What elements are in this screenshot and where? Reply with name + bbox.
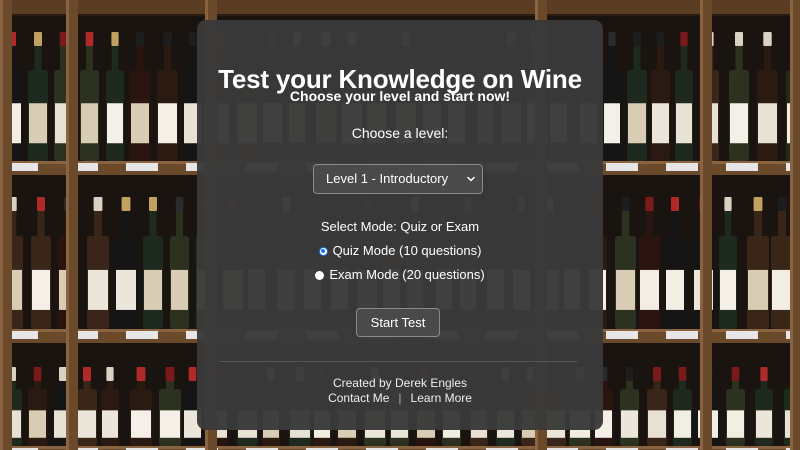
quiz-mode-option[interactable]: Quiz Mode (10 questions) bbox=[197, 242, 603, 260]
exam-mode-option[interactable]: Exam Mode (20 questions) bbox=[197, 266, 603, 284]
contact-me-link[interactable]: Contact Me bbox=[328, 390, 389, 406]
page-subtitle: Choose your level and start now! bbox=[289, 88, 511, 104]
quiz-mode-radio[interactable] bbox=[318, 246, 328, 256]
level-label: Choose a level: bbox=[351, 125, 449, 141]
quiz-card: Test your Knowledge on Wine Choose your … bbox=[197, 20, 603, 430]
start-test-button[interactable]: Start Test bbox=[356, 308, 440, 337]
footer-links: Contact Me | Learn More bbox=[197, 390, 603, 406]
exam-mode-radio[interactable] bbox=[315, 270, 325, 280]
level-select-value: Level 1 - Introductory bbox=[326, 171, 449, 186]
exam-mode-label: Exam Mode (20 questions) bbox=[329, 267, 485, 282]
footer-divider bbox=[219, 361, 577, 362]
footer-credit: Created by Derek Engles bbox=[332, 376, 468, 390]
mode-label: Select Mode: Quiz or Exam bbox=[320, 219, 480, 234]
learn-more-link[interactable]: Learn More bbox=[411, 390, 472, 406]
footer-separator: | bbox=[398, 391, 402, 405]
level-select[interactable]: Level 1 - Introductory bbox=[313, 164, 483, 194]
quiz-mode-label: Quiz Mode (10 questions) bbox=[332, 243, 482, 258]
chevron-down-icon bbox=[467, 176, 475, 182]
